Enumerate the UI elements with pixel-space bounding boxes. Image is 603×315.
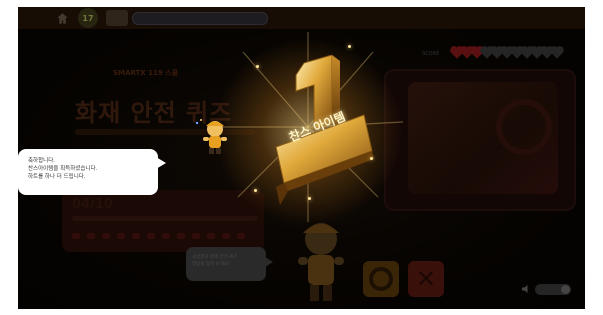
message-bubble: 축하합니다. 찬스아이템을 획득하셨습니다. 하트를 하나 더 드립니다.: [18, 149, 166, 195]
game-stage: 17 SMARTX 119 스쿨 화재 안전 퀴즈 04/10 SCORE ✕: [18, 7, 585, 309]
message-line: 찬스아이템을 획득하셨습니다.: [28, 166, 98, 172]
sparkle: [254, 189, 257, 192]
sparkle: [308, 197, 311, 200]
hint-bubble: 소방관과 함께 안전 퀴즈 정답을 맞혀 보세요!: [186, 247, 273, 281]
sparkle: [348, 45, 351, 48]
hint-line: 소방관과 함께 안전 퀴즈: [192, 255, 238, 260]
message-line: 축하합니다.: [28, 158, 56, 164]
mascot-big: [298, 223, 344, 301]
mascot-small: [195, 119, 227, 154]
message-line: 하트를 하나 더 드립니다.: [28, 174, 86, 180]
hint-line: 정답을 맞혀 보세요!: [192, 262, 230, 267]
sparkle: [256, 65, 259, 68]
sparkle: [370, 157, 373, 160]
